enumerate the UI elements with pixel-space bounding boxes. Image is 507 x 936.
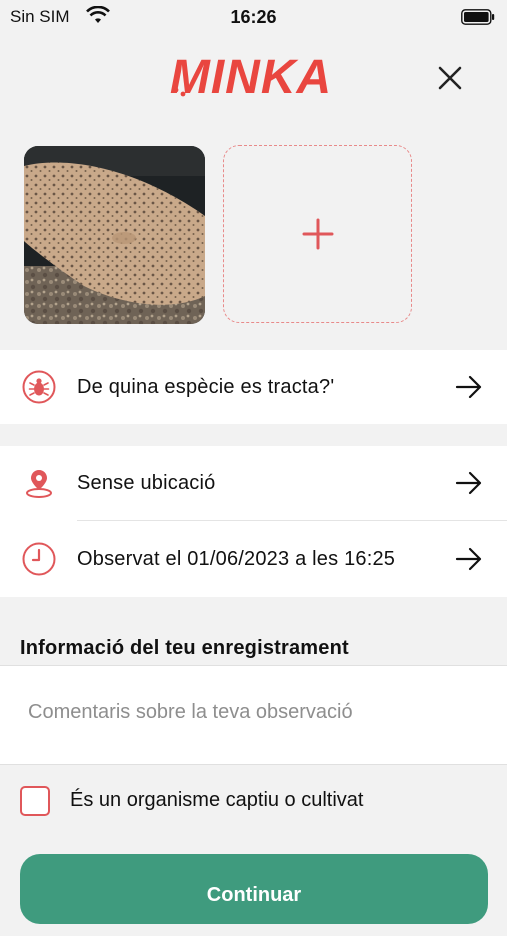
species-row[interactable]: De quina espècie es tracta?' xyxy=(0,350,507,424)
arrow-right-icon xyxy=(455,547,482,571)
species-card: De quina espècie es tracta?' xyxy=(0,350,507,424)
minka-logo: MINKA xyxy=(170,51,332,104)
status-time: 16:26 xyxy=(230,7,277,27)
location-row[interactable]: Sense ubicació xyxy=(0,446,507,520)
species-label: De quina espècie es tracta?' xyxy=(77,376,335,398)
date-row[interactable]: Observat el 01/06/2023 a les 16:25 xyxy=(0,522,507,596)
location-label: Sense ubicació xyxy=(77,472,216,494)
captive-label: És un organisme captiu o cultivat xyxy=(70,789,364,811)
stingray-image xyxy=(24,146,205,324)
observation-photo[interactable] xyxy=(24,146,205,324)
date-label: Observat el 01/06/2023 a les 16:25 xyxy=(77,548,396,570)
add-photo-button[interactable] xyxy=(223,145,412,323)
row-divider xyxy=(77,520,507,521)
comment-box xyxy=(0,665,507,765)
plus-icon xyxy=(302,218,333,250)
close-icon[interactable] xyxy=(432,60,468,96)
captive-checkbox[interactable] xyxy=(20,786,50,816)
comment-input[interactable] xyxy=(26,700,490,725)
details-card: Sense ubicació Observat el 01/06/2023 a … xyxy=(0,446,507,597)
continue-button[interactable]: Continuar xyxy=(20,854,488,924)
arrow-right-icon xyxy=(455,375,482,399)
bug-icon xyxy=(22,370,56,404)
clock-icon xyxy=(22,542,56,576)
arrow-right-icon xyxy=(455,471,482,495)
battery-icon xyxy=(461,9,495,25)
location-pin-icon xyxy=(26,470,52,498)
section-title: Informació del teu enregistrament xyxy=(20,637,349,659)
status-bar: Sin SIM 16:26 xyxy=(0,0,507,36)
logo-text: MINKA xyxy=(170,51,332,104)
